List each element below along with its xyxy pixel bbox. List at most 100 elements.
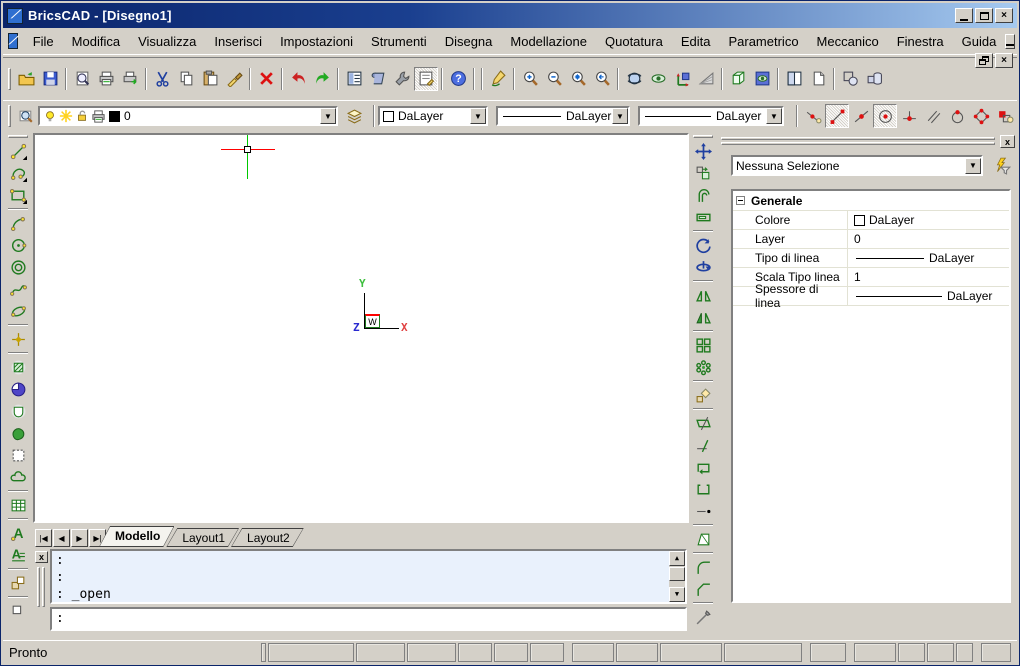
status-cell[interactable]	[898, 643, 925, 662]
status-cell[interactable]	[724, 643, 802, 662]
status-cell[interactable]	[268, 643, 354, 662]
layer-dropdown-arrow[interactable]: ▼	[320, 108, 336, 124]
cut-icon[interactable]	[150, 67, 174, 91]
maximize-button[interactable]	[975, 8, 993, 23]
redline-icon[interactable]	[486, 67, 510, 91]
text-icon[interactable]: A	[6, 522, 30, 544]
status-cell[interactable]	[572, 643, 614, 662]
menu-guida[interactable]: Guida	[953, 30, 1006, 53]
tab-layout1[interactable]: Layout1	[166, 528, 239, 547]
drawing-canvas[interactable]: Y X Z W	[33, 133, 689, 523]
menu-impostazioni[interactable]: Impostazioni	[271, 30, 362, 53]
tab-layout2[interactable]: Layout2	[231, 528, 304, 547]
mdi-minimize-button[interactable]	[1005, 34, 1015, 49]
panel-close-icon[interactable]: x	[1000, 135, 1015, 148]
render-icon[interactable]	[750, 67, 774, 91]
polyline-icon[interactable]	[6, 162, 30, 184]
print-preview-icon[interactable]	[70, 67, 94, 91]
menu-meccanico[interactable]: Meccanico	[808, 30, 888, 53]
offset-icon[interactable]	[691, 184, 715, 206]
circle-icon[interactable]	[6, 234, 30, 256]
arc-icon[interactable]	[6, 212, 30, 234]
undo-icon[interactable]	[286, 67, 310, 91]
property-row-tipo-di-linea[interactable]: Tipo di linea DaLayer	[733, 249, 1009, 268]
zoom-out-icon[interactable]	[542, 67, 566, 91]
draw-order-icon[interactable]	[838, 67, 862, 91]
boundary-icon[interactable]	[6, 422, 30, 444]
copy-entity-icon[interactable]	[691, 162, 715, 184]
print-icon[interactable]	[94, 67, 118, 91]
insert-block-icon[interactable]	[6, 572, 30, 594]
settings-icon[interactable]	[390, 67, 414, 91]
property-row-layer[interactable]: Layer 0	[733, 230, 1009, 249]
menu-visualizza[interactable]: Visualizza	[129, 30, 205, 53]
snap-tangent-icon[interactable]	[945, 104, 969, 128]
close-polyline-icon[interactable]	[691, 456, 715, 478]
rectangle-icon[interactable]	[6, 184, 30, 206]
delete-icon[interactable]	[254, 67, 278, 91]
move-icon[interactable]	[691, 140, 715, 162]
collapse-icon[interactable]	[736, 196, 745, 205]
command-input[interactable]: :	[50, 607, 687, 631]
command-history[interactable]: : : : _open ▲ ▼	[50, 549, 687, 604]
save-icon[interactable]	[38, 67, 62, 91]
menu-edita[interactable]: Edita	[672, 30, 720, 53]
fillet-icon[interactable]	[691, 556, 715, 578]
menu-inserisci[interactable]: Inserisci	[205, 30, 271, 53]
tab-modello[interactable]: Modello	[99, 526, 174, 547]
status-cell[interactable]	[458, 643, 492, 662]
zoom-extents-icon[interactable]	[566, 67, 590, 91]
copy-icon[interactable]	[174, 67, 198, 91]
snap-nearest-icon[interactable]	[801, 104, 825, 128]
new-view-icon[interactable]	[806, 67, 830, 91]
status-cell[interactable]	[854, 643, 896, 662]
properties-icon[interactable]	[414, 67, 438, 91]
chamfer-icon[interactable]	[691, 578, 715, 600]
snap-parallel-icon[interactable]	[921, 104, 945, 128]
rotate-3d-icon[interactable]	[691, 256, 715, 278]
filter-icon[interactable]	[993, 157, 1011, 175]
status-cell[interactable]	[981, 643, 1011, 662]
status-cell[interactable]	[660, 643, 722, 662]
menu-parametrico[interactable]: Parametrico	[719, 30, 807, 53]
revision-cloud-icon[interactable]	[6, 466, 30, 488]
zoom-in-icon[interactable]	[518, 67, 542, 91]
table-icon[interactable]	[6, 494, 30, 516]
tile-windows-icon[interactable]	[782, 67, 806, 91]
sheets-icon[interactable]	[366, 67, 390, 91]
toolbar-grip[interactable]	[8, 105, 11, 127]
perspective-icon[interactable]	[694, 67, 718, 91]
toolbar-grip[interactable]	[8, 68, 11, 90]
solid-icon[interactable]	[6, 378, 30, 400]
region-icon[interactable]	[6, 400, 30, 422]
zoom-previous-icon[interactable]	[590, 67, 614, 91]
lineweight-dropdown-arrow[interactable]: ▼	[766, 108, 782, 124]
help-icon[interactable]: ?	[446, 67, 470, 91]
export-icon[interactable]	[118, 67, 142, 91]
status-cell[interactable]	[810, 643, 846, 662]
trim-icon[interactable]	[691, 412, 715, 434]
snap-center-icon[interactable]	[873, 104, 897, 128]
close-button[interactable]: ×	[995, 8, 1013, 23]
line-icon[interactable]	[6, 140, 30, 162]
paste-icon[interactable]	[198, 67, 222, 91]
status-cell[interactable]	[956, 643, 973, 662]
block-icon[interactable]	[6, 600, 30, 622]
command-close-icon[interactable]: x	[35, 551, 48, 563]
hatch-icon[interactable]	[6, 356, 30, 378]
break-icon[interactable]	[691, 500, 715, 522]
ellipse-icon[interactable]	[6, 300, 30, 322]
snap-midpoint-icon[interactable]	[849, 104, 873, 128]
selection-combobox[interactable]: Nessuna Selezione ▼	[731, 155, 983, 176]
extend-icon[interactable]	[691, 434, 715, 456]
command-grip[interactable]	[42, 567, 45, 607]
panel-grip[interactable]	[721, 142, 995, 145]
rotate-icon[interactable]	[691, 234, 715, 256]
mdi-restore-button[interactable]	[975, 53, 993, 68]
layer-combobox[interactable]: 0 ▼	[38, 106, 338, 126]
menu-modifica[interactable]: Modifica	[63, 30, 129, 53]
format-painter-icon[interactable]	[222, 67, 246, 91]
layers-icon[interactable]	[342, 104, 366, 128]
status-cell[interactable]	[407, 643, 456, 662]
scale-icon[interactable]	[691, 384, 715, 406]
